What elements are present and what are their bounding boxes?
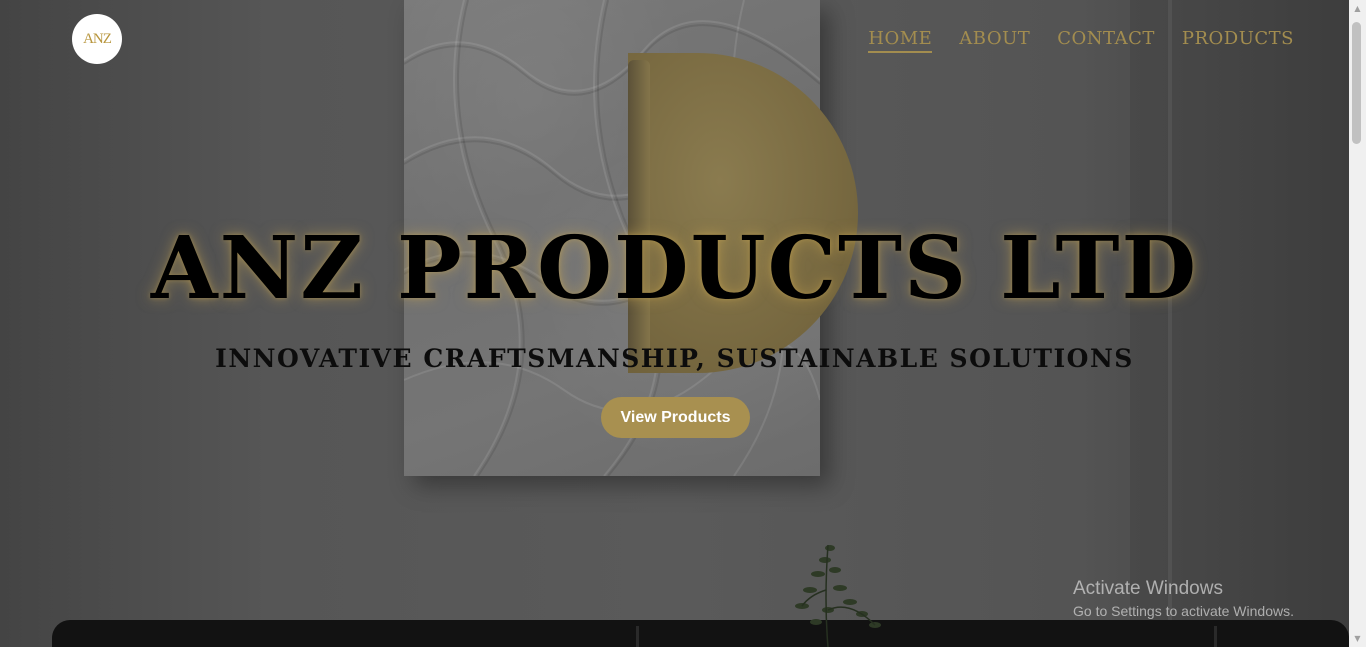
nav-link-products[interactable]: PRODUCTS <box>1182 28 1294 53</box>
main-nav: HOME ABOUT CONTACT PRODUCTS <box>868 28 1294 53</box>
activation-watermark-subtitle: Go to Settings to activate Windows. <box>1073 603 1294 619</box>
page: ANZ HOME ABOUT CONTACT PRODUCTS ANZ PROD… <box>0 0 1366 647</box>
brand-logo-text: ANZ <box>83 30 112 47</box>
nav-link-home[interactable]: HOME <box>868 28 933 53</box>
scroll-up-icon[interactable]: ▲ <box>1349 0 1366 17</box>
nav-link-about[interactable]: ABOUT <box>959 28 1030 53</box>
activation-watermark-title: Activate Windows <box>1073 578 1223 599</box>
scroll-down-icon[interactable]: ▼ <box>1349 630 1366 647</box>
background-sofa <box>52 620 1349 647</box>
brand-logo[interactable]: ANZ <box>72 14 122 64</box>
hero-title: ANZ PRODUCTS LTD <box>150 218 1199 319</box>
background-sofa-seam <box>636 626 639 647</box>
view-products-button[interactable]: View Products <box>601 397 750 438</box>
hero-subtitle: INNOVATIVE CRAFTSMANSHIP, SUSTAINABLE SO… <box>215 344 1134 373</box>
background-plant <box>780 540 900 647</box>
background-panel <box>1130 0 1349 647</box>
scrollbar-thumb[interactable] <box>1352 22 1361 144</box>
nav-link-contact[interactable]: CONTACT <box>1057 28 1155 53</box>
background-sofa-seam <box>1214 626 1217 647</box>
background-panel-edge <box>1168 0 1172 647</box>
